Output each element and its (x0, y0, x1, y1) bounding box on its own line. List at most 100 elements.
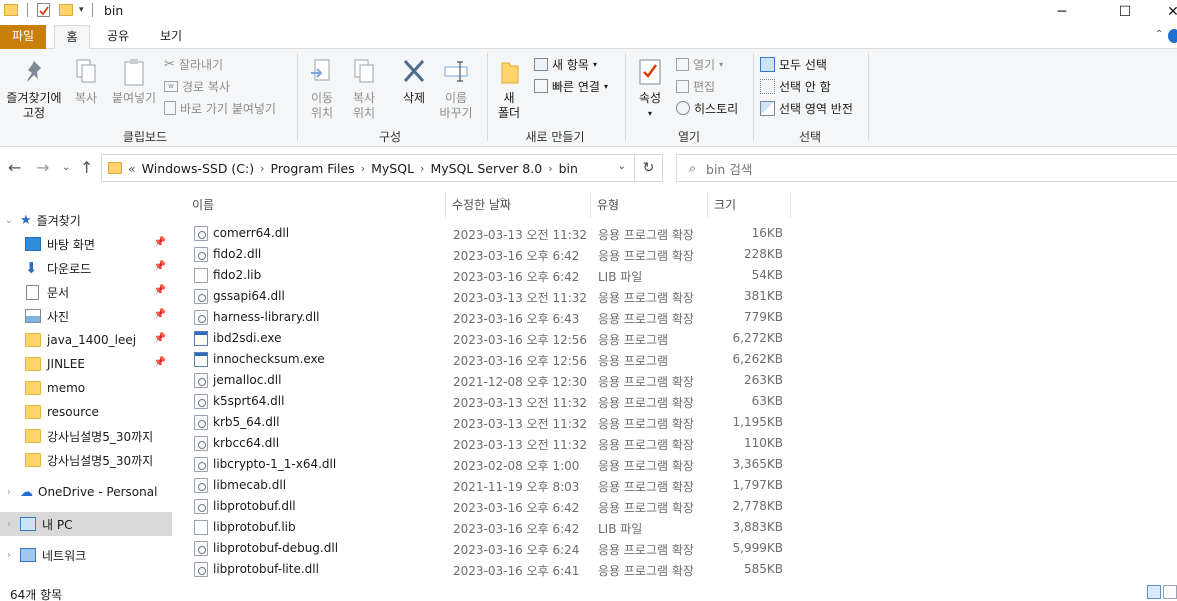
overflow-chevron[interactable]: « (128, 161, 136, 176)
file-row[interactable]: gssapi64.dll 2023-03-13 오전 11:32 응용 프로그램 확… (186, 286, 1177, 307)
back-arrow-icon[interactable]: ← (8, 158, 21, 177)
help-icon[interactable] (1168, 29, 1177, 43)
select-all-button[interactable]: 모두 선택 (760, 54, 827, 74)
ribbon-expand-icon[interactable]: ⌃ (1155, 29, 1163, 40)
sidebar-item-lecture-2[interactable]: 강사님설명5_30까지 (0, 448, 172, 472)
sidebar-item-jinlee[interactable]: JINLEE 📌 (0, 352, 172, 376)
group-separator (625, 53, 626, 141)
new-item-button[interactable]: 새 항목 ▾ (534, 54, 597, 74)
rename-button[interactable]: 이름 바꾸기 (436, 57, 476, 121)
breadcrumb-program-files[interactable]: Program Files (271, 161, 355, 176)
column-header-size[interactable]: 크기 (708, 192, 791, 218)
file-row[interactable]: fido2.lib 2023-03-16 오후 6:42 LIB 파일 54KB (186, 265, 1177, 286)
pin-icon[interactable]: 📌 (154, 285, 166, 296)
history-button[interactable]: 히스토리 (676, 98, 738, 118)
up-arrow-icon[interactable]: ↑ (80, 158, 93, 177)
paste-shortcut-button[interactable]: 바로 가기 붙여넣기 (164, 98, 276, 118)
recent-locations-icon[interactable]: ⌄ (62, 162, 70, 173)
breadcrumb-mysql-server[interactable]: MySQL Server 8.0 (430, 161, 542, 176)
edit-button[interactable]: 편집 (676, 76, 715, 96)
copy-button[interactable]: 복사 (68, 57, 104, 106)
file-row[interactable]: ibd2sdi.exe 2023-03-16 오후 12:56 응용 프로그램 6,2… (186, 328, 1177, 349)
move-to-button[interactable]: 이동 위치 (302, 57, 342, 121)
copy-to-button[interactable]: 복사 위치 (344, 57, 384, 121)
easy-access-button[interactable]: 빠른 연결 ▾ (534, 76, 608, 96)
chevron-right-icon[interactable]: › (361, 162, 365, 175)
file-row[interactable]: libprotobuf-lite.dll 2023-03-16 오후 6:41 응용… (186, 559, 1177, 580)
open-button[interactable]: 열기 ▾ (676, 54, 723, 74)
folder-icon[interactable] (4, 4, 18, 16)
file-row[interactable]: krb5_64.dll 2023-03-13 오전 11:32 응용 프로그램 확장… (186, 412, 1177, 433)
select-none-button[interactable]: 선택 안 함 (760, 76, 831, 96)
chevron-right-icon[interactable]: › (2, 550, 16, 561)
file-row[interactable]: fido2.dll 2023-03-16 오후 6:42 응용 프로그램 확장 228… (186, 244, 1177, 265)
chevron-down-icon[interactable]: ⌄ (2, 215, 16, 226)
search-input[interactable]: ⌕ bin 검색 (676, 154, 1177, 182)
chevron-right-icon[interactable]: › (548, 162, 552, 175)
invert-selection-button[interactable]: 선택 영역 반전 (760, 98, 853, 118)
chevron-right-icon[interactable]: › (420, 162, 424, 175)
refresh-button[interactable]: ↻ (635, 154, 663, 182)
file-row[interactable]: libcrypto-1_1-x64.dll 2023-02-08 오후 1:00 응… (186, 454, 1177, 475)
address-bar[interactable]: « Windows-SSD (C:) › Program Files › MyS… (101, 154, 635, 182)
sidebar-item-network[interactable]: › 네트워크 (0, 543, 172, 567)
sidebar-item-resource[interactable]: resource (0, 400, 172, 424)
breadcrumb-bin[interactable]: bin (559, 161, 578, 176)
minimize-button[interactable]: ─ (1039, 0, 1085, 24)
file-row[interactable]: k5sprt64.dll 2023-03-13 오전 11:32 응용 프로그램 확… (186, 391, 1177, 412)
close-button[interactable]: ✕ (1150, 0, 1177, 24)
file-row[interactable]: libprotobuf-debug.dll 2023-03-16 오후 6:24 응… (186, 538, 1177, 559)
sidebar-item-pictures[interactable]: 사진 📌 (0, 304, 172, 328)
breadcrumb-drive[interactable]: Windows-SSD (C:) (142, 161, 254, 176)
tab-share[interactable]: 공유 (98, 25, 138, 49)
pin-icon[interactable]: 📌 (154, 237, 166, 248)
copy-path-button[interactable]: w 경로 복사 (164, 76, 230, 96)
file-row[interactable]: harness-library.dll 2023-03-16 오후 6:43 응용 … (186, 307, 1177, 328)
large-icons-view-icon[interactable] (1163, 585, 1177, 599)
new-folder-qa-icon[interactable] (59, 4, 73, 16)
sidebar-item-memo[interactable]: memo (0, 376, 172, 400)
tab-view[interactable]: 보기 (150, 25, 192, 49)
column-header-type[interactable]: 유형 (591, 192, 708, 218)
cut-button[interactable]: ✂ 잘라내기 (164, 54, 223, 74)
paste-button[interactable]: 붙여넣기 (108, 57, 160, 106)
new-folder-button[interactable]: 새 폴더 (492, 57, 526, 121)
column-header-name[interactable]: 이름 (186, 192, 446, 218)
sidebar-item-documents[interactable]: 문서 📌 (0, 280, 172, 304)
breadcrumb-mysql[interactable]: MySQL (371, 161, 414, 176)
sidebar-item-downloads[interactable]: ⬇ 다운로드 📌 (0, 256, 172, 280)
chevron-down-icon[interactable]: ⌄ (618, 161, 626, 172)
sidebar-item-java[interactable]: java_1400_leej 📌 (0, 328, 172, 352)
properties-check-icon[interactable] (37, 3, 50, 17)
sidebar-item-onedrive[interactable]: › ☁ OneDrive - Personal (0, 480, 172, 504)
sidebar-item-this-pc[interactable]: › 내 PC (0, 512, 172, 536)
chevron-right-icon[interactable]: › (2, 487, 16, 498)
tab-home[interactable]: 홈 (54, 25, 90, 50)
sidebar-item-desktop[interactable]: 바탕 화면 📌 (0, 232, 172, 256)
maximize-button[interactable]: ☐ (1102, 0, 1148, 24)
file-row[interactable]: libmecab.dll 2021-11-19 오후 8:03 응용 프로그램 확장… (186, 475, 1177, 496)
tab-file[interactable]: 파일 (0, 25, 46, 49)
pin-icon[interactable]: 📌 (154, 309, 166, 320)
column-header-date[interactable]: 수정한 날짜 (446, 192, 591, 218)
file-row[interactable]: jemalloc.dll 2021-12-08 오후 12:30 응용 프로그램 확… (186, 370, 1177, 391)
sidebar-item-favorites[interactable]: ⌄ ★ 즐겨찾기 (0, 208, 172, 232)
network-icon (20, 548, 36, 562)
pin-icon[interactable]: 📌 (154, 357, 166, 368)
file-row[interactable]: innochecksum.exe 2023-03-16 오후 12:56 응용 프로… (186, 349, 1177, 370)
customize-qa-icon[interactable]: ▾ (79, 5, 84, 15)
chevron-right-icon[interactable]: › (2, 519, 16, 530)
file-row[interactable]: libprotobuf.dll 2023-03-16 오후 6:42 응용 프로그램… (186, 496, 1177, 517)
file-row[interactable]: libprotobuf.lib 2023-03-16 오후 6:42 LIB 파일 3… (186, 517, 1177, 538)
details-view-icon[interactable] (1147, 585, 1161, 599)
pin-icon[interactable]: 📌 (154, 261, 166, 272)
chevron-right-icon[interactable]: › (260, 162, 264, 175)
forward-arrow-icon[interactable]: → (36, 158, 49, 177)
delete-button[interactable]: 삭제 (394, 57, 434, 106)
properties-button[interactable]: 속성 ▾ (631, 57, 669, 121)
pin-icon[interactable]: 📌 (154, 333, 166, 344)
pin-to-quick-access-button[interactable]: 즐겨찾기에 고정 (2, 57, 66, 121)
sidebar-item-lecture-1[interactable]: 강사님설명5_30까지 (0, 424, 172, 448)
file-row[interactable]: krbcc64.dll 2023-03-13 오전 11:32 응용 프로그램 확장… (186, 433, 1177, 454)
file-row[interactable]: comerr64.dll 2023-03-13 오전 11:32 응용 프로그램 확… (186, 223, 1177, 244)
